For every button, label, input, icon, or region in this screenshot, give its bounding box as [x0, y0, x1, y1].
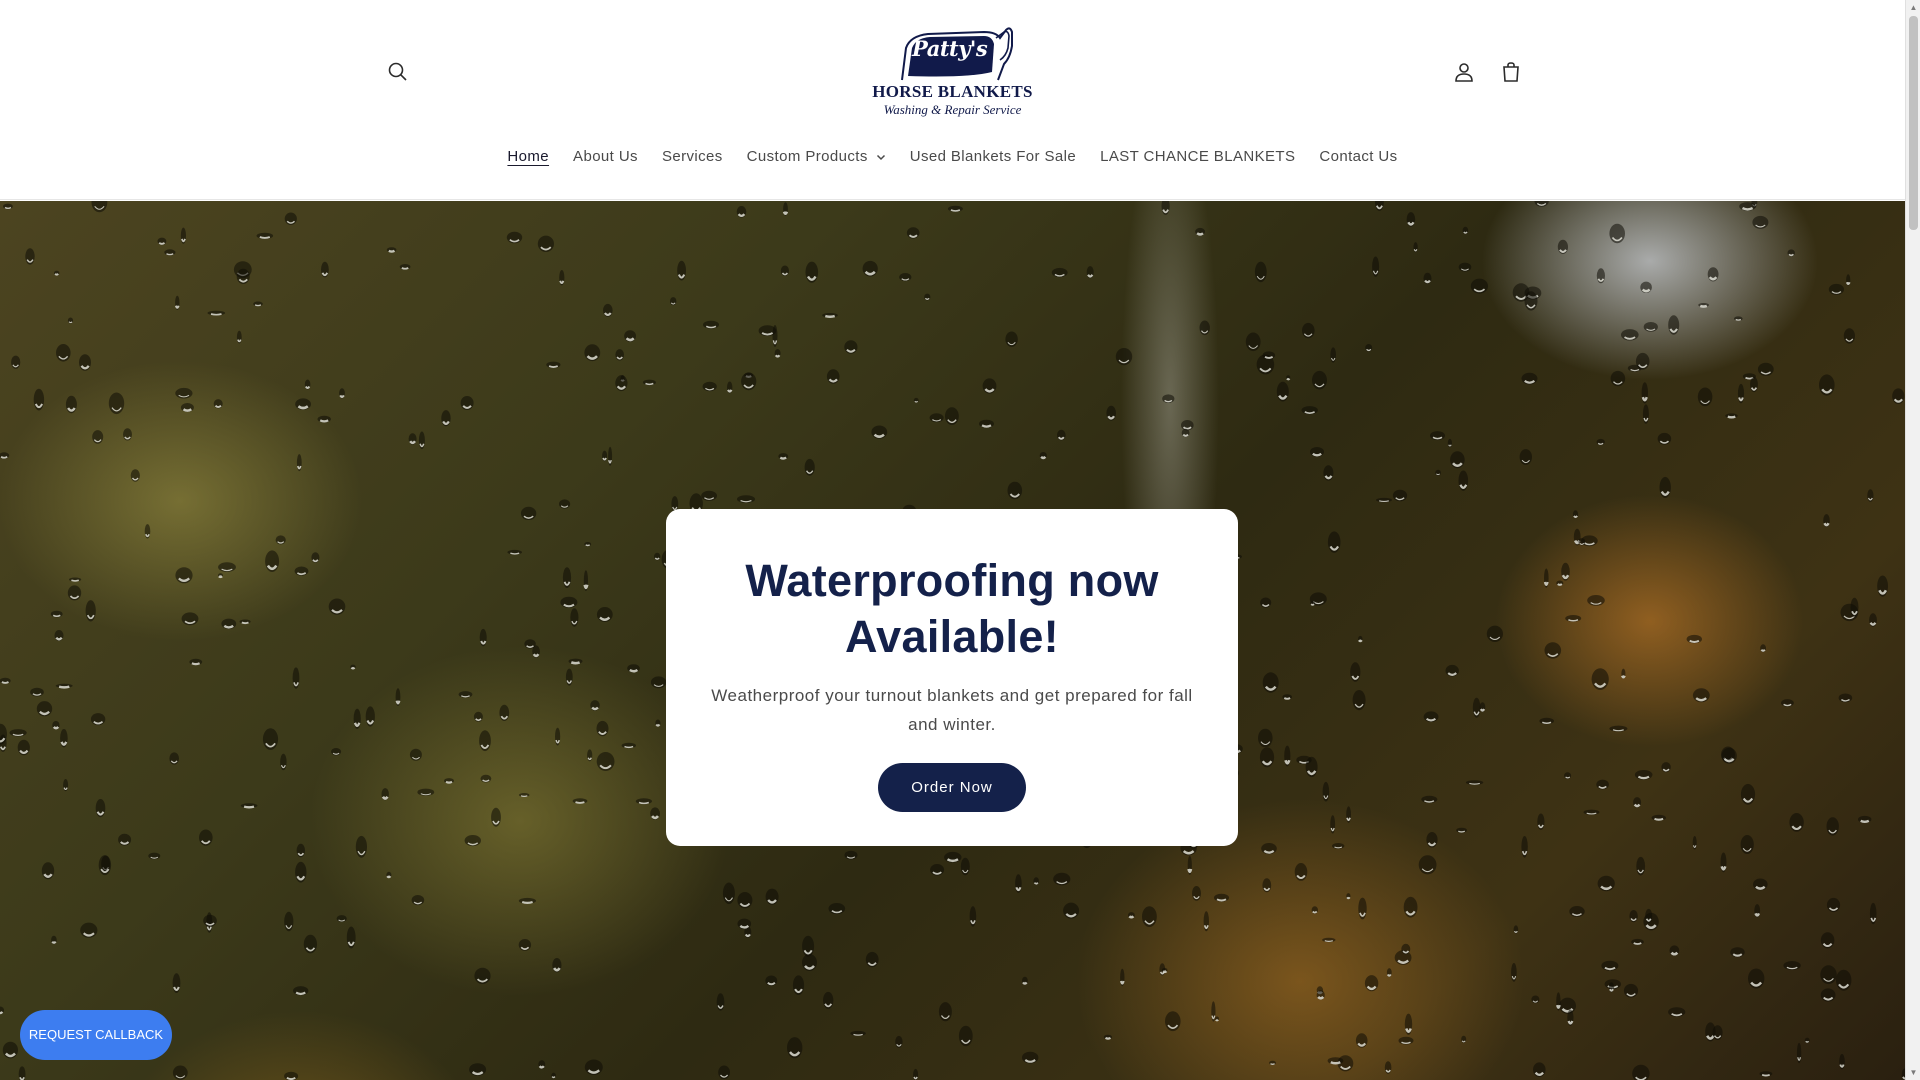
page: Patty's HORSE BLANKETS Washing & Repair …: [0, 0, 1920, 1080]
account-button[interactable]: [1442, 50, 1486, 94]
nav-services-label: Services: [661, 148, 723, 165]
nav-last-chance-blankets[interactable]: LAST CHANCE BLANKETS: [1088, 142, 1307, 171]
nav-custom-products[interactable]: Custom Products: [735, 142, 898, 171]
nav-home[interactable]: Home: [495, 142, 561, 171]
cart-button[interactable]: [1489, 50, 1533, 94]
nav-contact-us[interactable]: Contact Us: [1307, 142, 1409, 171]
scrollbar-thumb[interactable]: [1909, 16, 1918, 230]
hero-title: Waterproofing now Available!: [745, 555, 1159, 662]
site-header: Patty's HORSE BLANKETS Washing & Repair …: [0, 0, 1905, 200]
hero-banner: Waterproofing now Available! Weatherproo…: [0, 201, 1905, 1080]
account-icon: [1455, 63, 1473, 82]
nav-contact-us-label: Contact Us: [1319, 148, 1398, 165]
scroll-down-arrow-icon[interactable]: ▼: [1906, 1065, 1920, 1080]
nav-custom-products-label: Custom Products: [746, 148, 868, 165]
hero-card: Waterproofing now Available! Weatherproo…: [666, 509, 1238, 846]
nav-services[interactable]: Services: [650, 142, 735, 171]
request-callback-button[interactable]: REQUEST CALLBACK: [20, 1010, 172, 1060]
logo-name: Patty's: [912, 36, 988, 61]
nav-about-us-label: About Us: [573, 148, 638, 165]
nav-used-blankets[interactable]: Used Blankets For Sale: [898, 142, 1088, 171]
search-button[interactable]: [376, 50, 420, 94]
logo-title: HORSE BLANKETS: [872, 82, 1033, 101]
nav-home-label: Home: [507, 148, 550, 165]
main-nav: Home About Us Services Custom Products U…: [0, 142, 1905, 171]
nav-about-us[interactable]: About Us: [561, 142, 650, 171]
nav-used-blankets-label: Used Blankets For Sale: [909, 148, 1077, 165]
scroll-up-arrow-icon[interactable]: ▲: [1906, 0, 1920, 15]
site-logo[interactable]: Patty's HORSE BLANKETS Washing & Repair …: [870, 24, 1035, 120]
nav-last-chance-blankets-label: LAST CHANCE BLANKETS: [1100, 148, 1296, 165]
hero-text: Weatherproof your turnout blankets and g…: [711, 686, 1193, 734]
search-icon: [388, 62, 407, 81]
logo-tagline: Washing & Repair Service: [883, 102, 1022, 117]
chevron-down-icon: [876, 154, 885, 160]
cart-icon: [1503, 62, 1519, 82]
order-now-button[interactable]: Order Now: [878, 763, 1026, 812]
scrollbar[interactable]: ▲ ▼: [1905, 0, 1920, 1080]
